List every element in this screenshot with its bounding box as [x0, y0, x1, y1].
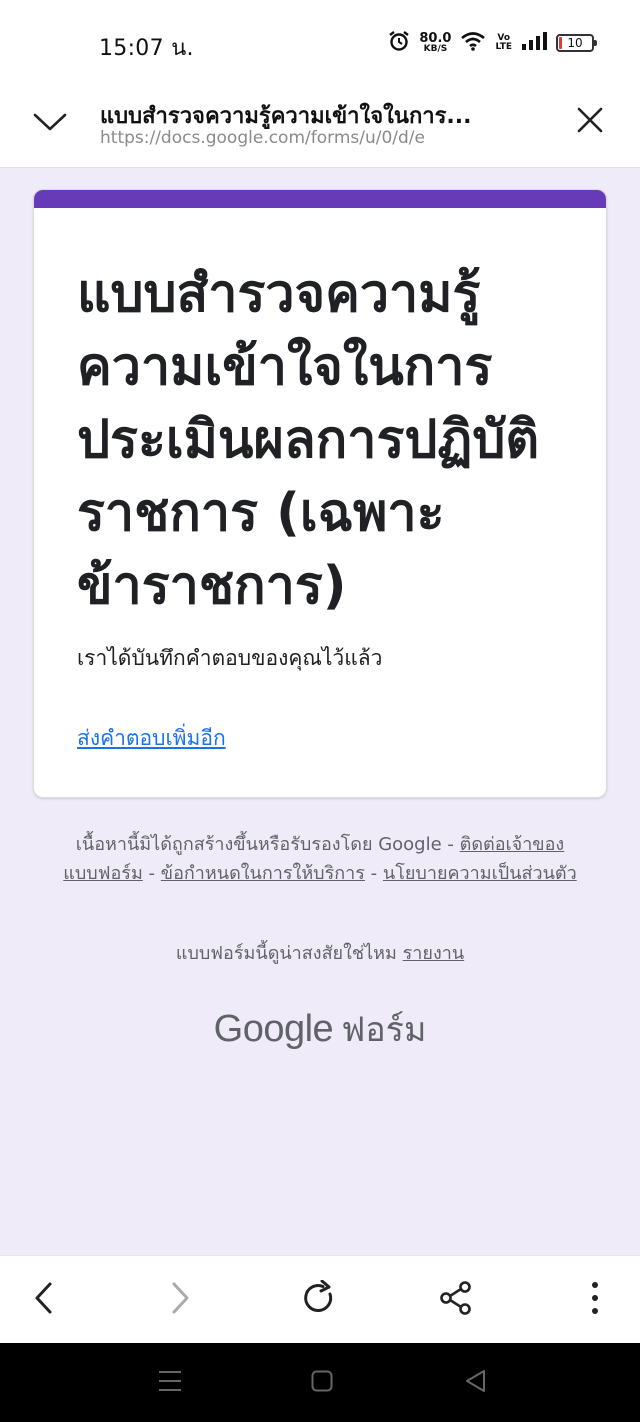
- back-icon: [32, 1281, 56, 1319]
- google-forms-logo[interactable]: Google ฟอร์ม: [0, 1002, 640, 1056]
- network-speed-unit: KB/S: [423, 44, 448, 54]
- more-icon: [591, 1281, 599, 1319]
- terms-link[interactable]: ข้อกำหนดในการให้บริการ: [161, 863, 365, 884]
- close-icon: [576, 106, 604, 138]
- battery-level: 10: [567, 36, 583, 50]
- share-icon: [439, 1281, 473, 1319]
- close-button[interactable]: [570, 102, 610, 142]
- confirmation-message: เราได้บันทึกคำตอบของคุณไว้แล้ว: [77, 646, 383, 670]
- system-back-button[interactable]: [455, 1363, 495, 1403]
- signal-icon: [521, 32, 547, 54]
- card-accent-bar: [34, 190, 606, 208]
- disclaimer: เนื้อหานี้มิได้ถูกสร้างขึ้นหรือรับรองโดย…: [60, 830, 580, 888]
- refresh-icon: [301, 1279, 337, 1320]
- chevron-down-icon: [33, 112, 67, 136]
- wifi-icon: [460, 31, 486, 55]
- forward-icon: [168, 1281, 192, 1319]
- volte-icon: Vo LTE: [495, 34, 512, 52]
- report-link[interactable]: รายงาน: [403, 943, 465, 964]
- bottom-toolbar: [0, 1255, 640, 1343]
- system-nav-bar: [0, 1343, 640, 1422]
- disclaimer-text: เนื้อหานี้มิได้ถูกสร้างขึ้นหรือรับรองโดย…: [75, 834, 460, 855]
- form-title: แบบสำรวจความรู้ความเข้าใจในการประเมินผลก…: [77, 264, 540, 616]
- form-card: แบบสำรวจความรู้ความเข้าใจในการประเมินผลก…: [33, 189, 607, 798]
- network-speed: 80.0 KB/S: [419, 32, 451, 54]
- separator: -: [142, 863, 161, 884]
- privacy-link[interactable]: นโยบายความเป็นส่วนตัว: [383, 863, 577, 884]
- battery-icon: 10: [556, 34, 597, 52]
- home-button[interactable]: [302, 1363, 342, 1403]
- more-button[interactable]: [573, 1278, 617, 1322]
- brand-forms: ฟอร์ม: [341, 1010, 427, 1050]
- status-time: 15:07 น.: [99, 36, 194, 61]
- suspicious-text: แบบฟอร์มนี้ดูน่าสงสัยใช่ไหม: [175, 943, 403, 964]
- home-icon: [311, 1370, 333, 1396]
- recents-button[interactable]: [150, 1363, 190, 1403]
- volte-bottom: LTE: [495, 42, 512, 52]
- status-bar: 15:07 น. 80.0 KB/S Vo LTE 10: [0, 0, 640, 80]
- brand-google: Google: [213, 1008, 334, 1050]
- separator: -: [364, 863, 383, 884]
- report-line: แบบฟอร์มนี้ดูน่าสงสัยใช่ไหม รายงาน: [60, 938, 580, 967]
- refresh-button[interactable]: [297, 1278, 341, 1322]
- share-button[interactable]: [434, 1278, 478, 1322]
- submit-another-link[interactable]: ส่งคำตอบเพิ่มอีก: [77, 722, 226, 755]
- browser-header: แบบสำรวจความรู้ความเข้าใจในการ... https:…: [0, 80, 640, 168]
- forward-button[interactable]: [158, 1278, 202, 1322]
- back-button[interactable]: [22, 1278, 66, 1322]
- page-url[interactable]: https://docs.google.com/forms/u/0/d/e: [100, 128, 540, 148]
- screen: 15:07 น. 80.0 KB/S Vo LTE 10 แบบสำรวจควา…: [0, 0, 640, 1422]
- menu-icon: [158, 1370, 182, 1396]
- alarm-icon: [388, 30, 410, 56]
- status-icons: 80.0 KB/S Vo LTE 10: [388, 28, 597, 58]
- collapse-button[interactable]: [30, 108, 70, 140]
- back-triangle-icon: [464, 1369, 486, 1397]
